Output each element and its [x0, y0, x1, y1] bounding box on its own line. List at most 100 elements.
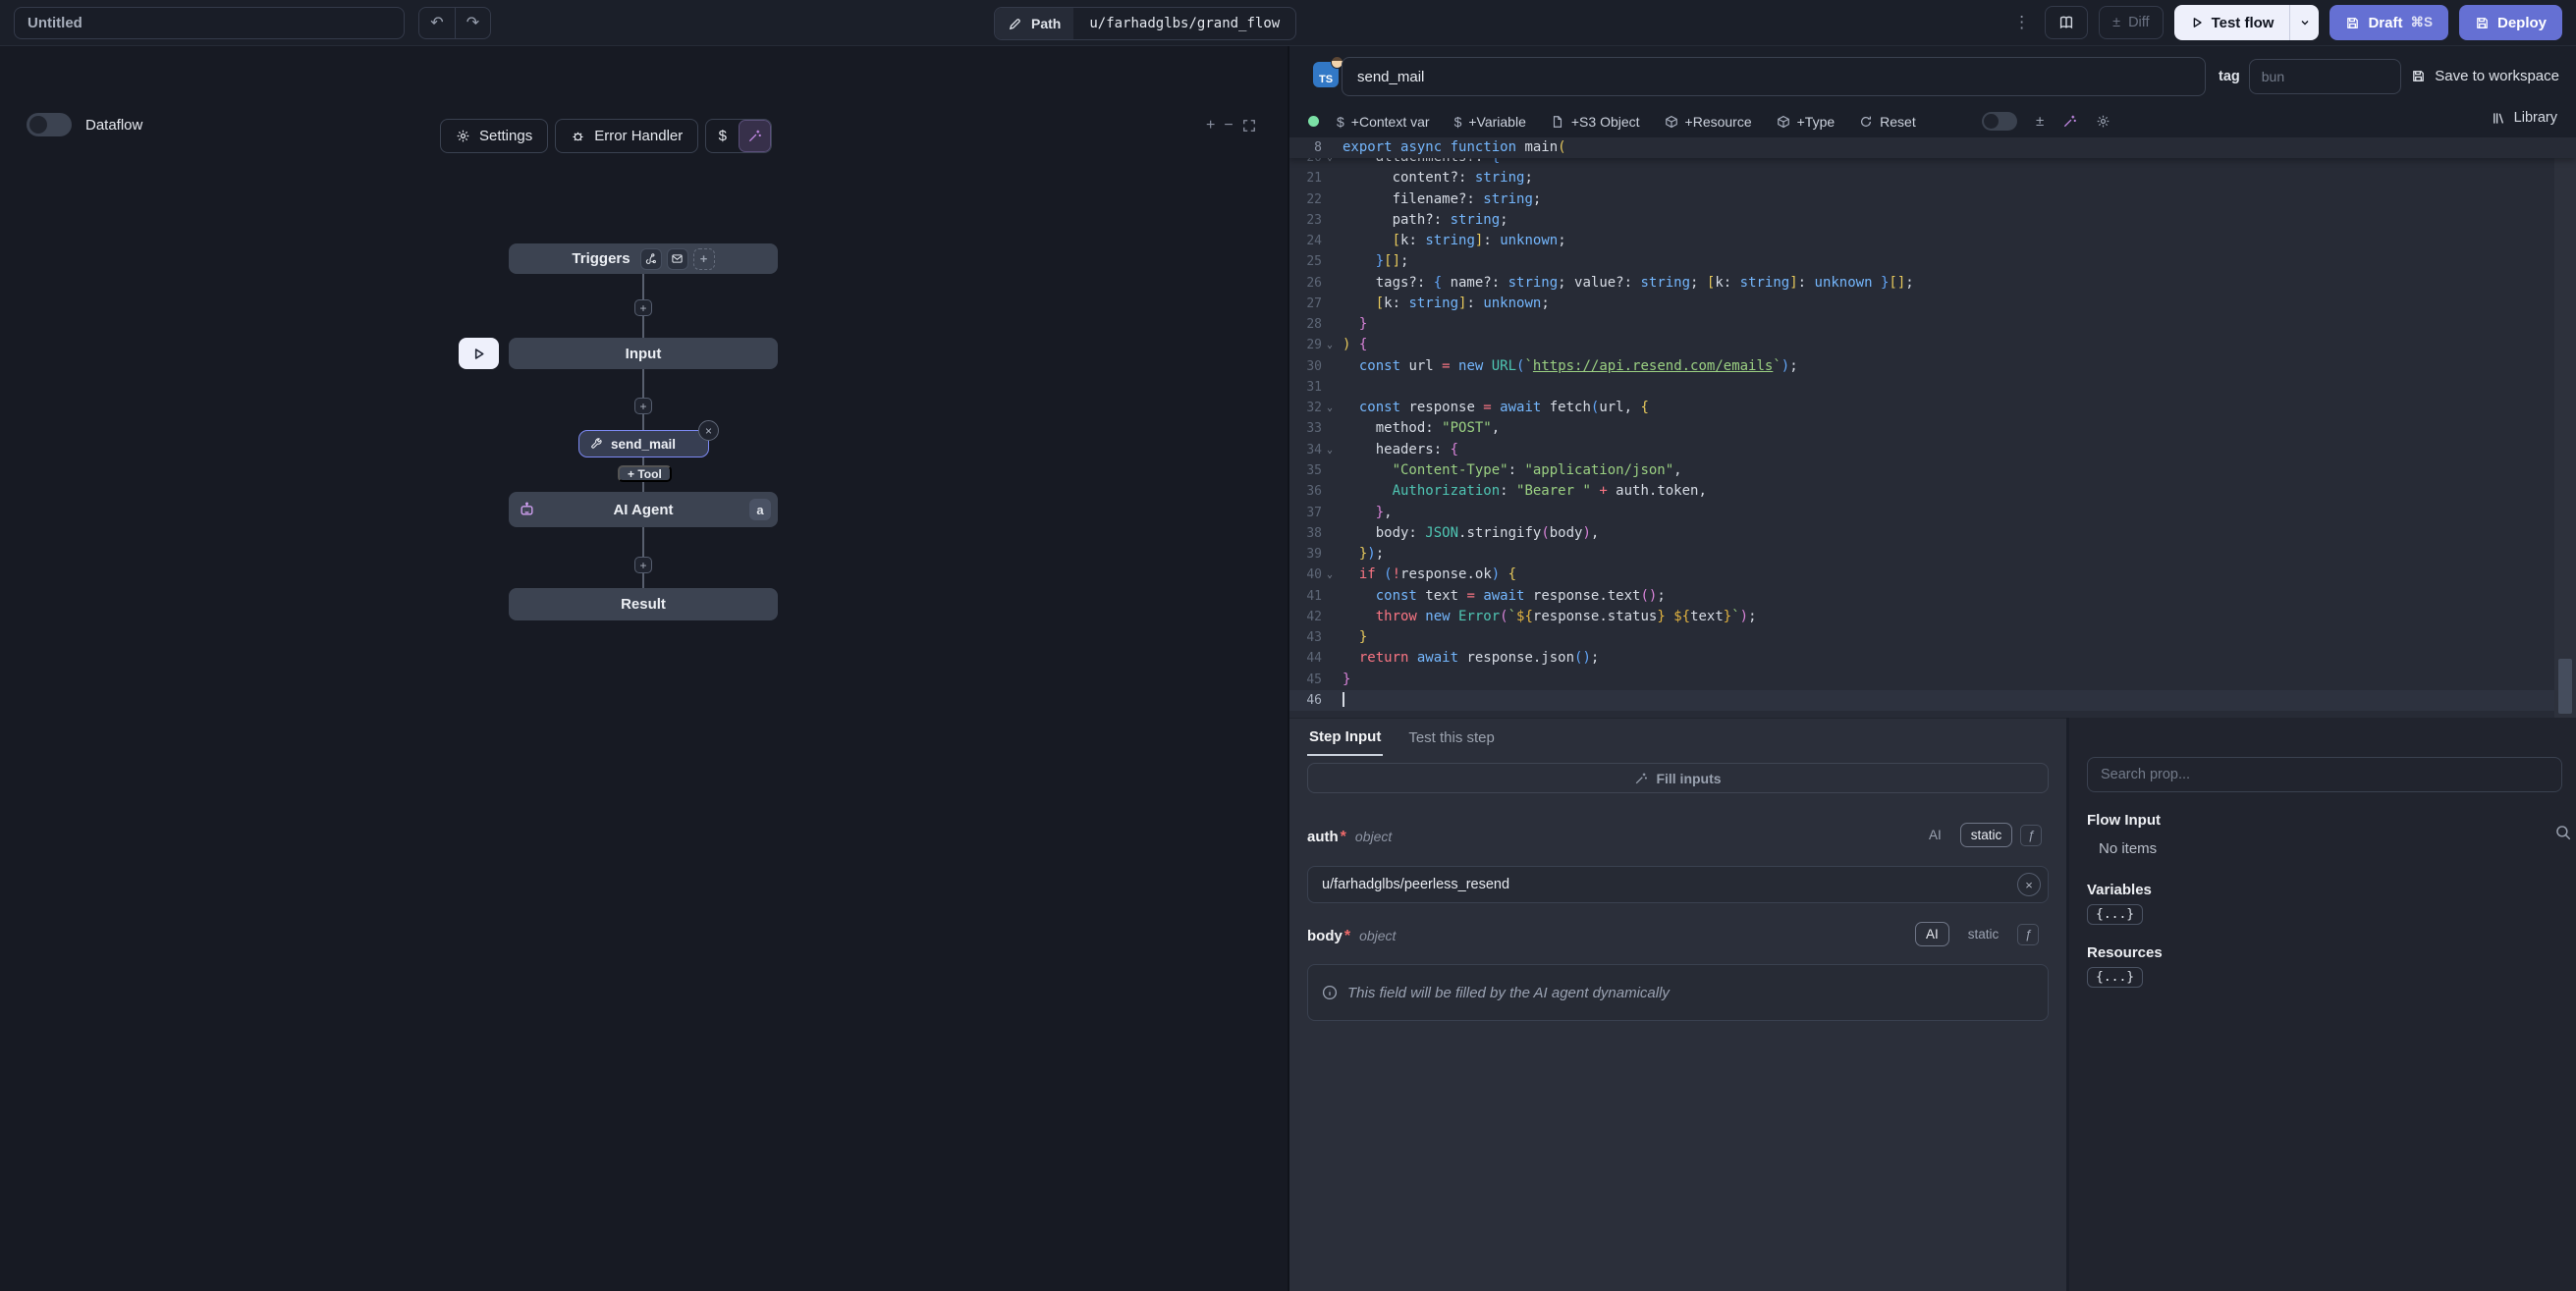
editor-settings-icon[interactable]	[2096, 114, 2110, 129]
add-trigger-button[interactable]: +	[693, 248, 715, 270]
step-name-input[interactable]	[1342, 57, 2206, 96]
webhook-icon[interactable]	[640, 248, 662, 270]
code-line-35[interactable]: 35 "Content-Type": "application/json",	[1289, 460, 2554, 481]
code-line-40[interactable]: 40⌄ if (!response.ok) {	[1289, 565, 2554, 585]
mail-trigger-icon[interactable]	[667, 248, 688, 270]
code-line-43[interactable]: 43 }	[1289, 627, 2554, 648]
body-static-chip[interactable]: static	[1957, 922, 2010, 946]
code-line-8[interactable]: 8export async function main(	[1289, 137, 2576, 158]
deploy-button[interactable]: Deploy	[2459, 5, 2562, 40]
zoom-out-button[interactable]: −	[1224, 117, 1233, 134]
expand-icon[interactable]	[1242, 119, 1256, 133]
auth-ai-chip[interactable]: AI	[1918, 823, 1952, 847]
code-line-25[interactable]: 25 }[];	[1289, 251, 2554, 272]
line-number: 25	[1289, 251, 1322, 272]
code-line-27[interactable]: 27 [k: string]: unknown;	[1289, 294, 2554, 314]
resources-object-chip[interactable]: {...}	[2087, 967, 2143, 988]
library-button[interactable]: Library	[2492, 110, 2557, 126]
editor-scrollbar[interactable]	[2554, 137, 2576, 718]
code-line-30[interactable]: 30 const url = new URL(`https://api.rese…	[1289, 356, 2554, 377]
code-line-36[interactable]: 36 Authorization: "Bearer " + auth.token…	[1289, 481, 2554, 502]
code-line-22[interactable]: 22 filename?: string;	[1289, 189, 2554, 210]
zoom-in-button[interactable]: +	[1206, 117, 1215, 134]
code-editor[interactable]: 20⌄ attachments?: {21 content?: string;2…	[1289, 137, 2576, 718]
code-line-46[interactable]: 46	[1289, 690, 2554, 711]
docs-button[interactable]	[2045, 6, 2088, 39]
tab-test-this-step[interactable]: Test this step	[1406, 726, 1497, 756]
toolbar--type-button[interactable]: +Type	[1777, 114, 1836, 130]
code-line-42[interactable]: 42 throw new Error(`${response.status} $…	[1289, 607, 2554, 627]
toolbar--s3-object-button[interactable]: +S3 Object	[1551, 114, 1640, 130]
test-flow-dropdown-button[interactable]	[2289, 5, 2319, 40]
code-line-31[interactable]: 31	[1289, 377, 2554, 398]
ai-agent-badge[interactable]: a	[749, 499, 771, 520]
remove-step-button[interactable]: ×	[698, 420, 719, 441]
search-icon[interactable]	[2554, 824, 2572, 841]
line-number: 32	[1289, 398, 1322, 418]
diff-button[interactable]: ± Diff	[2099, 6, 2163, 39]
prop-search-input[interactable]	[2087, 757, 2562, 792]
scrollbar-thumb[interactable]	[2558, 659, 2572, 714]
code-line-23[interactable]: 23 path?: string;	[1289, 210, 2554, 231]
fold-chevron-icon[interactable]: ⌄	[1327, 565, 1341, 585]
auth-resource-input[interactable]	[1307, 866, 2049, 903]
toolbar--context-var-button[interactable]: $+Context var	[1337, 114, 1430, 130]
fold-chevron-icon[interactable]: ⌄	[1327, 398, 1341, 418]
toolbar--resource-button[interactable]: +Resource	[1665, 114, 1752, 130]
ai-wand-button[interactable]	[739, 120, 771, 152]
body-expression-icon[interactable]: ƒ	[2017, 924, 2039, 945]
draft-button[interactable]: Draft ⌘S	[2329, 5, 2448, 40]
undo-button[interactable]: ↶	[419, 8, 455, 38]
auth-expression-icon[interactable]: ƒ	[2020, 825, 2042, 846]
add-tool-button[interactable]: + Tool	[618, 465, 672, 482]
code-line-37[interactable]: 37 },	[1289, 503, 2554, 523]
code-line-32[interactable]: 32⌄ const response = await fetch(url, {	[1289, 398, 2554, 418]
triggers-node[interactable]: Triggers +	[509, 243, 778, 274]
auth-static-chip[interactable]: static	[1960, 823, 2013, 847]
code-line-26[interactable]: 26 tags?: { name?: string; value?: strin…	[1289, 273, 2554, 294]
result-node-label: Result	[621, 596, 666, 613]
auth-clear-button[interactable]: ×	[2017, 873, 2041, 896]
send-mail-node[interactable]: send_mail	[578, 430, 709, 457]
code-line-34[interactable]: 34⌄ headers: {	[1289, 440, 2554, 460]
code-line-29[interactable]: 29⌄) {	[1289, 335, 2554, 355]
path-chip[interactable]: Path u/farhadglbs/grand_flow	[994, 7, 1296, 40]
fold-chevron-icon[interactable]: ⌄	[1327, 440, 1341, 460]
fold-chevron-icon[interactable]: ⌄	[1327, 335, 1341, 355]
ai-agent-node[interactable]: AI Agent a	[509, 492, 778, 527]
run-flow-button[interactable]	[459, 338, 499, 369]
settings-button[interactable]: Settings	[440, 119, 548, 153]
editor-mini-toggle[interactable]	[1982, 112, 2017, 131]
error-handler-button[interactable]: Error Handler	[555, 119, 698, 153]
tag-input[interactable]	[2249, 59, 2401, 94]
input-node[interactable]: Input	[509, 338, 778, 369]
code-line-24[interactable]: 24 [k: string]: unknown;	[1289, 231, 2554, 251]
insert-step-button-3[interactable]: +	[634, 557, 652, 573]
result-node[interactable]: Result	[509, 588, 778, 620]
code-line-45[interactable]: 45}	[1289, 670, 2554, 690]
code-line-33[interactable]: 33 method: "POST",	[1289, 418, 2554, 439]
toolbar-reset-button[interactable]: Reset	[1859, 114, 1916, 130]
save-to-workspace-button[interactable]: Save to workspace	[2411, 68, 2559, 84]
more-menu-button[interactable]: ⋮	[2009, 13, 2034, 32]
code-line-39[interactable]: 39 });	[1289, 544, 2554, 565]
code-line-21[interactable]: 21 content?: string;	[1289, 168, 2554, 188]
insert-step-button-2[interactable]: +	[634, 398, 652, 414]
test-flow-button[interactable]: Test flow	[2174, 5, 2290, 40]
variables-object-chip[interactable]: {...}	[2087, 904, 2143, 925]
ai-wand-icon[interactable]	[2062, 114, 2077, 129]
code-line-28[interactable]: 28 }	[1289, 314, 2554, 335]
code-line-44[interactable]: 44 return await response.json();	[1289, 648, 2554, 669]
insert-step-button-1[interactable]: +	[634, 299, 652, 316]
diff-editor-icon[interactable]: ±	[2036, 113, 2044, 130]
fill-inputs-button[interactable]: Fill inputs	[1307, 763, 2049, 793]
body-ai-chip[interactable]: AI	[1915, 922, 1949, 946]
toolbar--variable-button[interactable]: $+Variable	[1454, 114, 1526, 130]
redo-button[interactable]: ↷	[455, 8, 490, 38]
code-line-38[interactable]: 38 body: JSON.stringify(body),	[1289, 523, 2554, 544]
context-variables-button[interactable]: $	[706, 120, 739, 152]
dataflow-toggle[interactable]	[27, 113, 72, 136]
flow-title-input[interactable]	[14, 7, 405, 39]
tab-step-input[interactable]: Step Input	[1307, 726, 1383, 756]
code-line-41[interactable]: 41 const text = await response.text();	[1289, 586, 2554, 607]
